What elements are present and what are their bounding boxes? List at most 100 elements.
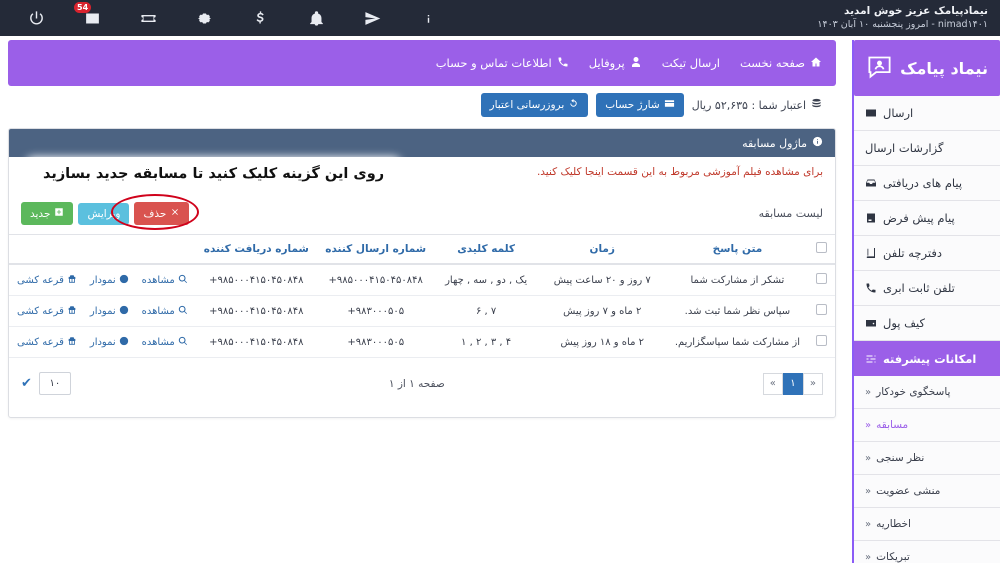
user-icon [630,56,642,71]
sidebar-item-reports[interactable]: گزارشات ارسال [854,131,1000,166]
new-button[interactable]: جدید [21,202,74,225]
chevron-double-left-icon: « [865,452,872,464]
pagination-next-button[interactable]: » [762,372,783,395]
sidebar-item-advanced[interactable]: امکانات پیشرفته [854,341,1000,376]
view-action-label: مشاهده [141,274,175,286]
per-page-input[interactable] [38,372,71,395]
sidebar-subitem-label: منشی عضویت [876,485,941,497]
lottery-action-link[interactable]: قرعه کشی [17,305,77,318]
sidebar-item-cloud-phone[interactable]: تلفن ثابت ابری [854,271,1000,306]
sidebar-item-default-message[interactable]: پیام پیش فرض [854,201,1000,236]
view-action-link[interactable]: مشاهده [142,274,188,287]
delete-button[interactable]: حذف [134,202,190,225]
credit-display: اعتبار شما : ۵۲,۶۳۵ ریال [692,98,822,112]
chart-action-link[interactable]: نمودار [90,336,129,349]
sidebar-item-ersal[interactable]: ارسال [854,96,1000,131]
chart-pie-icon [119,274,129,287]
bell-icon[interactable] [288,0,344,36]
row-checkbox[interactable] [816,304,827,315]
power-icon[interactable] [8,0,64,36]
check-icon[interactable]: ✔ [21,376,32,391]
sidebar-item-label: امکانات پیشرفته [883,351,977,366]
view-action-label: مشاهده [141,336,175,348]
sidebar-item-wallet[interactable]: کیف پول [854,306,1000,341]
nav-item-contact-account[interactable]: اطلاعات تماس و حساب [436,56,569,71]
sidebar-brand-label: نیماد پیامک [900,58,988,78]
pagination-prev-button[interactable]: « [802,372,823,395]
edit-label: ویرایش [87,207,121,220]
pagination-page-1-button[interactable]: ۱ [782,372,803,395]
cell-receiver: +۹۸۵۰۰۰۴۱۵۰۴۵۰۸۴۸ [195,295,317,327]
app-root: 54 نیمادپیامک عزیز خوش امدید nimad۱۴۰۱ -… [0,0,1000,563]
view-action-label: مشاهده [141,305,175,317]
book-icon [865,247,877,259]
per-page-control: ✔ [21,372,71,395]
refresh-credit-button[interactable]: بروزرسانی اعتبار [480,93,589,117]
header-actions [9,234,196,265]
sidebar-brand[interactable]: نیماد پیامک [854,40,1000,96]
table-row[interactable]: تشکر از مشارکت شما ۷ روز و ۲۰ ساعت پیش ی… [9,264,835,296]
top-icon-group: 54 [0,0,456,36]
chart-action-link[interactable]: نمودار [90,274,129,287]
cell-time: ۲ ماه و ۷ روز پیش [537,295,667,327]
table-row[interactable]: سپاس نظر شما ثبت شد. ۲ ماه و ۷ روز پیش ۷… [9,295,835,327]
cell-receiver: +۹۸۵۰۰۰۴۱۵۰۴۵۰۸۴۸ [195,326,317,358]
chart-action-label: نمودار [89,274,116,286]
edit-button[interactable]: ویرایش [78,202,130,225]
chart-action-link[interactable]: نمودار [90,305,129,318]
nav-item-submit-ticket[interactable]: ارسال تیکت [662,56,720,70]
chevron-double-left-icon: « [865,485,872,497]
nav-item-profile[interactable]: پروفایل [589,56,642,71]
sidebar-subitem-greetings[interactable]: تبریکات « [854,541,1000,563]
cell-keyword: ۷ , ۶ [434,295,538,327]
cell-keyword: یک , دو , سه , چهار [434,264,538,296]
sidebar-item-inbox[interactable]: پیام های دریافتی [854,166,1000,201]
chart-pie-icon [119,305,129,318]
action-button-group: حذف ویرایش جدید [21,194,200,230]
sidebar-subitem-contest[interactable]: مسابقه « [854,409,1000,442]
select-all-checkbox[interactable] [816,242,827,253]
sidebar-subitem-membership[interactable]: منشی عضویت « [854,475,1000,508]
table-body: تشکر از مشارکت شما ۷ روز و ۲۰ ساعت پیش ی… [9,264,835,358]
envelope-icon[interactable]: 54 [64,0,120,36]
gear-icon[interactable] [176,0,232,36]
lottery-action-link[interactable]: قرعه کشی [17,274,77,287]
ticket-icon[interactable] [120,0,176,36]
phone-icon [557,56,569,71]
charge-account-label: شارژ حساب [605,99,660,111]
info-icon[interactable] [400,0,456,36]
nav-item-home[interactable]: صفحه نخست [740,56,822,71]
sidebar: نیماد پیامک ارسال گزارشات ارسال پیام های… [852,40,1000,563]
panel-header-title: ماژول مسابقه [742,136,807,150]
row-checkbox[interactable] [816,335,827,346]
lottery-action-label: قرعه کشی [17,274,64,286]
gift-icon [67,274,77,287]
sidebar-item-label: کیف پول [883,316,926,330]
chevron-double-left-icon: « [865,518,872,530]
top-utility-bar: 54 نیمادپیامک عزیز خوش امدید nimad۱۴۰۱ -… [0,0,1000,36]
sidebar-subitem-label: مسابقه [876,419,909,431]
cell-actions: مشاهده نمودار قرعه کشی [9,326,196,358]
table-row[interactable]: از مشارکت شما سپاسگزاریم. ۲ ماه و ۱۸ روز… [9,326,835,358]
view-action-link[interactable]: مشاهده [142,305,188,318]
lottery-action-link[interactable]: قرعه کشی [17,336,77,349]
sidebar-subitem-warning[interactable]: اخطاریه « [854,508,1000,541]
user-date-text: nimad۱۴۰۱ - امروز پنجشنبه ۱۰ آبان ۱۴۰۳ [817,19,988,31]
paper-plane-icon[interactable] [344,0,400,36]
row-select-cell [808,326,835,358]
view-action-link[interactable]: مشاهده [142,336,188,349]
annotation-callout: روی این گزینه کلیک کنید تا مسابقه جدید ب… [31,162,397,186]
sidebar-item-phonebook[interactable]: دفترچه تلفن [854,236,1000,271]
row-checkbox[interactable] [816,273,827,284]
dollar-icon[interactable] [232,0,288,36]
cell-actions: مشاهده نمودار قرعه کشی [9,264,196,296]
sidebar-subitem-autoresponder[interactable]: پاسخگوی خودکار « [854,376,1000,409]
header-keyword: کلمه کلیدی [434,234,538,265]
chart-pie-icon [119,336,129,349]
home-icon [810,56,822,71]
charge-account-button[interactable]: شارژ حساب [596,93,684,117]
chevron-double-left-icon: « [865,551,872,563]
sidebar-subitem-survey[interactable]: نظر سنجی « [854,442,1000,475]
envelope-icon [865,107,877,119]
sliders-icon [865,353,877,365]
